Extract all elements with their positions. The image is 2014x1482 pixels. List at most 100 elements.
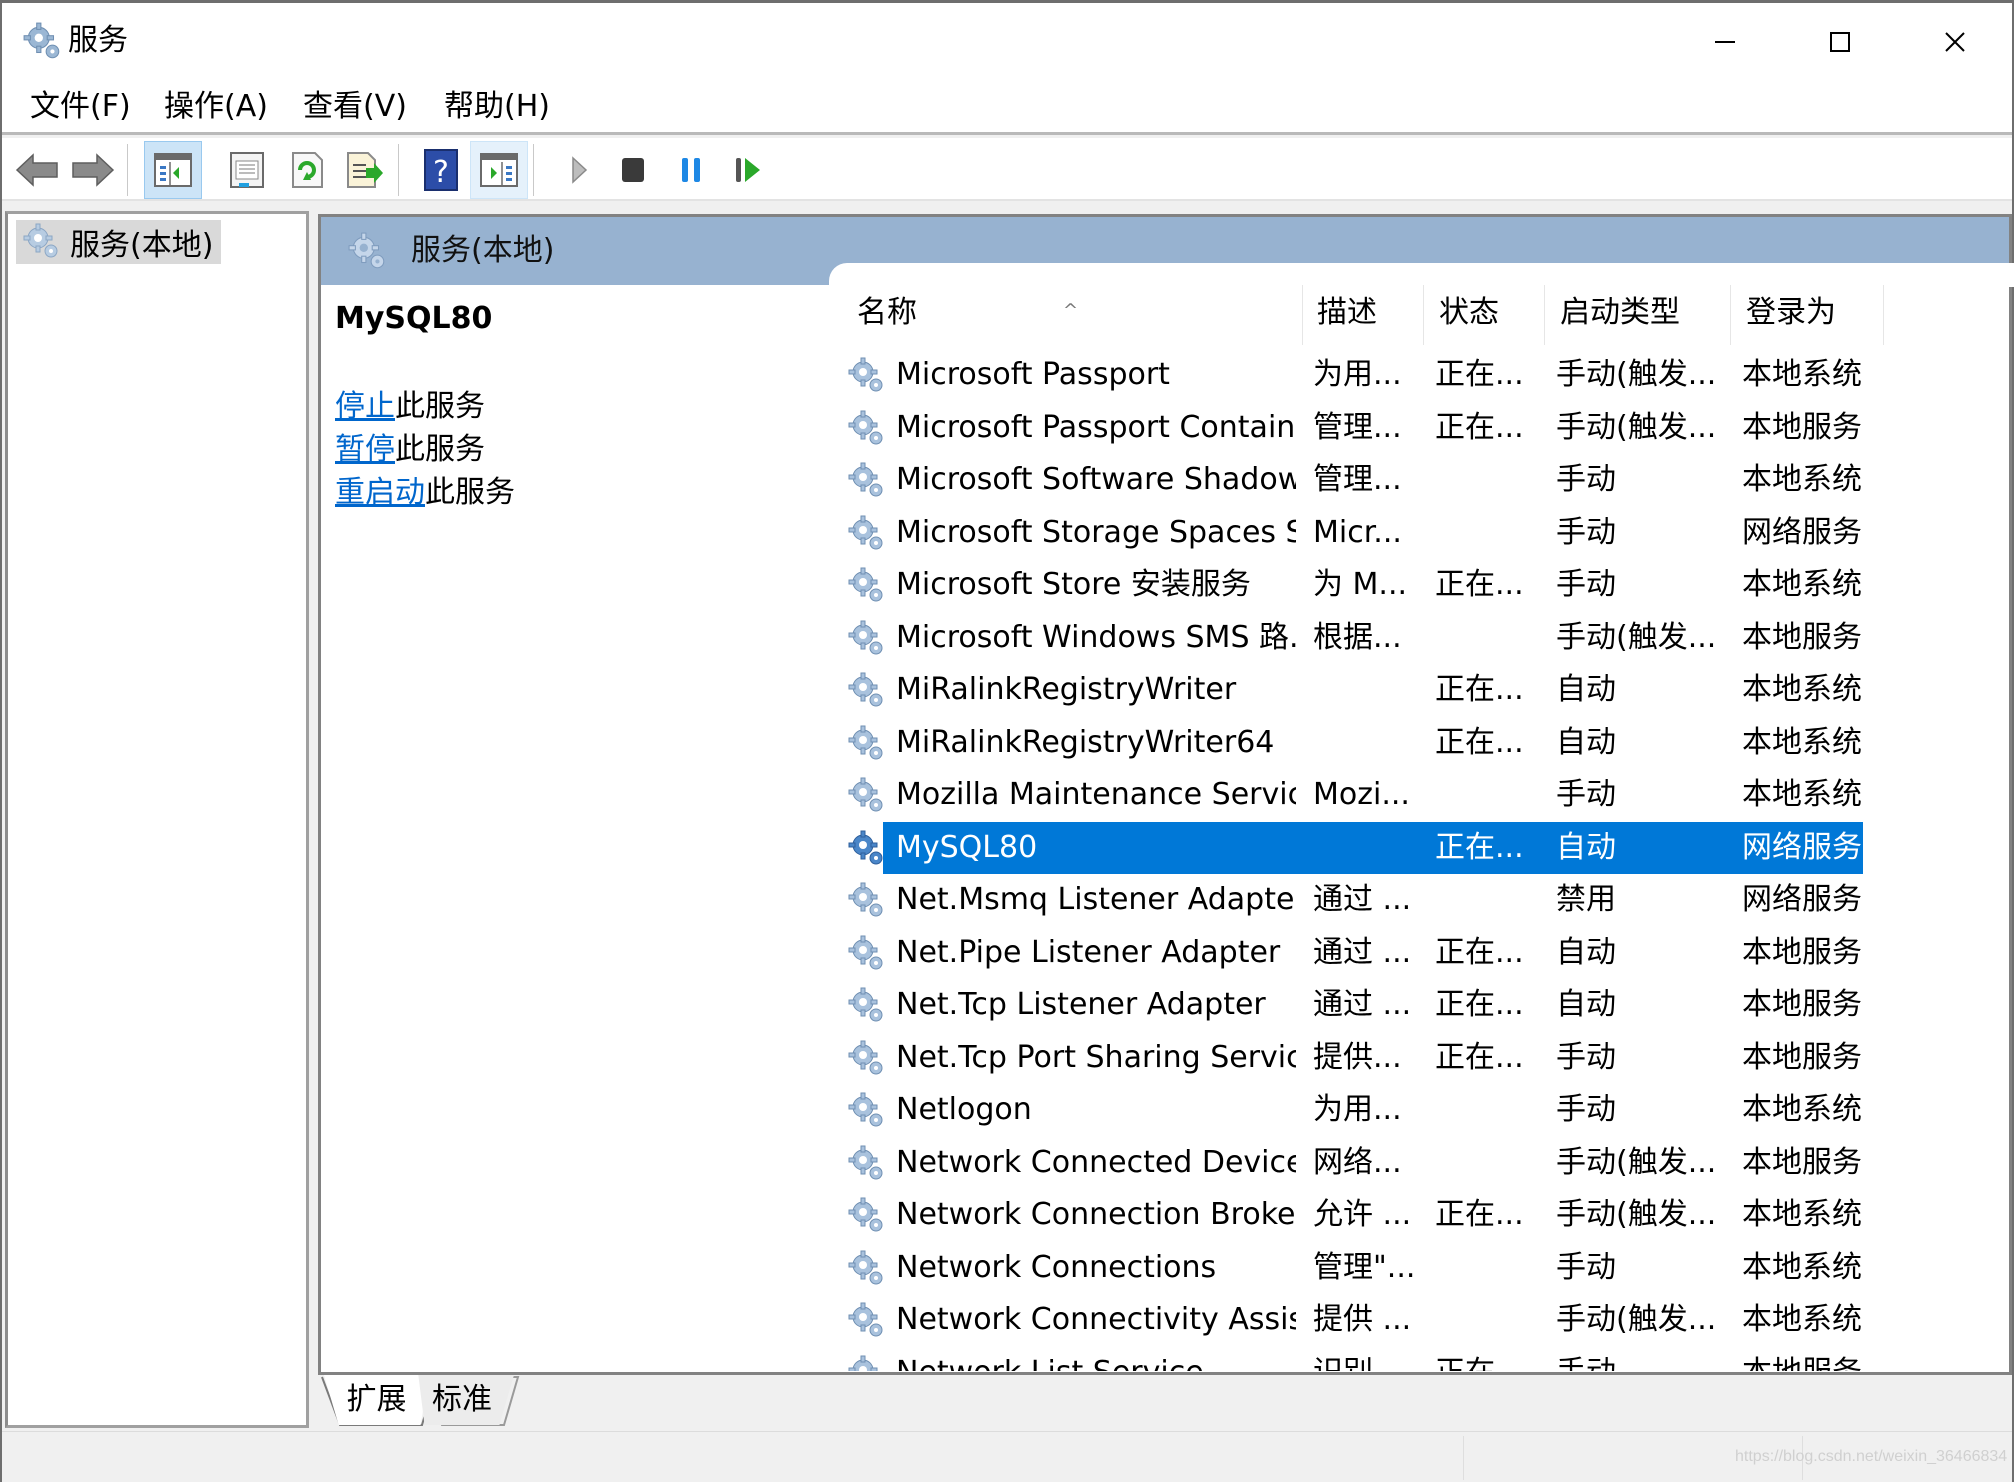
service-row[interactable]: Network Connection Broker 允许 ... 正在... 手动(触…	[841, 1189, 1904, 1241]
service-gear-icon	[848, 1040, 883, 1074]
cell-description: 为用...	[1313, 1092, 1402, 1127]
close-icon	[1944, 31, 1965, 52]
status-separator	[1463, 1436, 1464, 1480]
service-row[interactable]: Microsoft Storage Spaces S... Micr... 手动 网络…	[841, 507, 1904, 559]
service-gear-icon	[848, 1250, 883, 1284]
column-header-log-on-as[interactable]: 登录为	[1730, 281, 1880, 345]
toolbar-separator	[398, 144, 399, 196]
column-header-startup-type[interactable]: 启动类型	[1544, 281, 1724, 345]
services-pane: 服务(本地) MySQL80 停止此服务 暂停此服务 重启动此服务 名称 ^ 描…	[318, 214, 2014, 1375]
cell-log-on-as: 本地服务	[1742, 1144, 1862, 1180]
pause-icon	[682, 158, 700, 182]
maximize-icon	[1829, 31, 1850, 52]
service-row-selected[interactable]: MySQL80 正在... 自动 网络服务	[841, 821, 1904, 874]
start-service-button[interactable]	[550, 141, 608, 199]
properties-button[interactable]	[218, 141, 276, 199]
cell-startup-type: 自动	[1556, 829, 1616, 865]
cell-startup-type: 手动	[1556, 567, 1616, 602]
cell-log-on-as: 本地系统	[1742, 777, 1862, 812]
cell-startup-type: 手动(触发...	[1556, 1302, 1717, 1337]
cell-name: Network Connected Device...	[896, 1144, 1296, 1180]
maximize-button[interactable]	[1782, 3, 1897, 80]
cell-status: 正在...	[1435, 567, 1524, 602]
services-window: 服务 文件(F) 操作(A) 查看(V) 帮助(H) ? 服务(本地) 服务(本…	[0, 0, 2014, 1482]
service-row[interactable]: MiRalinkRegistryWriter64 正在... 自动 本地系统	[841, 717, 1904, 769]
service-row[interactable]: Microsoft Software Shadow... 管理... 手动 本地系统	[841, 454, 1904, 506]
column-separator[interactable]	[1883, 285, 1884, 345]
cell-name: Microsoft Software Shadow...	[896, 462, 1296, 497]
service-row[interactable]: Microsoft Windows SMS 路... 根据... 手动(触发... 本…	[841, 612, 1904, 664]
forward-button[interactable]	[64, 141, 122, 199]
service-row[interactable]: Microsoft Store 安装服务 为 M... 正在... 手动 本地系统	[841, 559, 1904, 611]
service-row[interactable]: Network Connections 管理"... 手动 本地系统	[841, 1242, 1904, 1294]
cell-startup-type: 手动	[1556, 777, 1616, 812]
view-tabs: 扩展 标准	[318, 1375, 918, 1429]
pause-service-button[interactable]	[662, 141, 720, 199]
toolbar-separator	[533, 144, 534, 196]
cell-description: 通过 ...	[1313, 934, 1412, 970]
cell-name: Network List Service	[896, 1347, 1296, 1372]
tab-extended[interactable]: 扩展	[324, 1375, 429, 1425]
action-suffix: 此服务	[425, 475, 515, 510]
restart-service-link[interactable]: 重启动	[335, 475, 425, 510]
cell-name: Net.Pipe Listener Adapter	[896, 934, 1281, 970]
service-row[interactable]: Net.Tcp Port Sharing Service 提供... 正在... 手动…	[841, 1032, 1904, 1084]
menu-action[interactable]: 操作(A)	[160, 87, 272, 127]
service-row[interactable]: Microsoft Passport 为用... 正在... 手动(触发... 本地系统	[841, 349, 1904, 401]
back-button[interactable]	[8, 141, 66, 199]
help-button[interactable]: ?	[412, 141, 470, 199]
cell-name: Microsoft Storage Spaces S...	[896, 514, 1296, 550]
service-row[interactable]: Network List Service 识别... 正在... 手动本地服务	[841, 1347, 1904, 1372]
service-gear-icon	[848, 462, 883, 497]
service-row[interactable]: Mozilla Maintenance Service Mozi... 手动 本地系统	[841, 769, 1904, 821]
service-row[interactable]: Network Connectivity Assis... 提供 ... 手动(触发…	[841, 1294, 1904, 1346]
pause-service-link[interactable]: 暂停	[335, 432, 395, 467]
menu-help[interactable]: 帮助(H)	[440, 87, 554, 127]
menu-file[interactable]: 文件(F)	[26, 87, 135, 127]
cell-description: 根据...	[1313, 619, 1402, 655]
show-hide-console-tree-button[interactable]	[144, 141, 202, 199]
show-hide-action-pane-button[interactable]	[470, 141, 528, 199]
menu-view[interactable]: 查看(V)	[299, 87, 411, 127]
minimize-button[interactable]	[1667, 3, 1782, 80]
cell-status: 正在...	[1435, 1039, 1524, 1075]
restart-icon	[736, 158, 760, 182]
column-header-status[interactable]: 状态	[1423, 281, 1543, 345]
service-gear-icon	[848, 672, 883, 707]
stop-service-link[interactable]: 停止	[335, 389, 395, 424]
service-row[interactable]: Microsoft Passport Container 管理... 正在... 手动…	[841, 402, 1904, 454]
restart-service-button[interactable]	[720, 141, 778, 199]
cell-status: 正在...	[1435, 409, 1524, 445]
service-row[interactable]: Netlogon 为用... 手动 本地系统	[841, 1084, 1904, 1136]
cell-description: 提供...	[1313, 1039, 1402, 1075]
cell-name: Microsoft Passport	[896, 357, 1170, 392]
service-gear-icon	[848, 1355, 878, 1371]
tab-standard[interactable]: 标准	[418, 1375, 514, 1425]
refresh-button[interactable]	[278, 141, 336, 199]
action-suffix: 此服务	[395, 432, 485, 467]
cell-log-on-as: 本地系统	[1742, 357, 1862, 392]
cell-startup-type: 手动	[1556, 462, 1616, 497]
tree-node-services-local[interactable]: 服务(本地)	[16, 220, 221, 264]
service-gear-icon	[848, 935, 883, 969]
cell-description: Micr...	[1313, 514, 1402, 550]
service-gear-icon	[848, 1197, 883, 1232]
play-icon	[572, 156, 588, 184]
service-row[interactable]: MiRalinkRegistryWriter 正在... 自动 本地系统	[841, 664, 1904, 716]
service-row[interactable]: Net.Msmq Listener Adapter 通过 ... 禁用 网络服务	[841, 874, 1904, 926]
service-row[interactable]: Net.Pipe Listener Adapter 通过 ... 正在... 自动 本地…	[841, 927, 1904, 979]
cell-log-on-as: 本地系统	[1742, 1249, 1862, 1285]
cell-log-on-as: 本地服务	[1742, 934, 1862, 970]
service-gear-icon	[848, 882, 883, 917]
services-gear-icon	[23, 22, 60, 59]
cell-startup-type: 手动	[1556, 1347, 1726, 1372]
stop-service-button[interactable]	[604, 141, 662, 199]
cell-status: 正在...	[1435, 1197, 1524, 1232]
service-row[interactable]: Network Connected Device... 网络... 手动(触发...…	[841, 1137, 1904, 1189]
column-header-description[interactable]: 描述	[1301, 281, 1421, 345]
close-button[interactable]	[1897, 3, 2012, 80]
export-list-button[interactable]	[335, 141, 393, 199]
tree-node-label: 服务(本地)	[70, 228, 214, 263]
column-header-name[interactable]: 名称 ^	[841, 281, 1291, 345]
service-row[interactable]: Net.Tcp Listener Adapter 通过 ... 正在... 自动 本地服…	[841, 979, 1904, 1031]
